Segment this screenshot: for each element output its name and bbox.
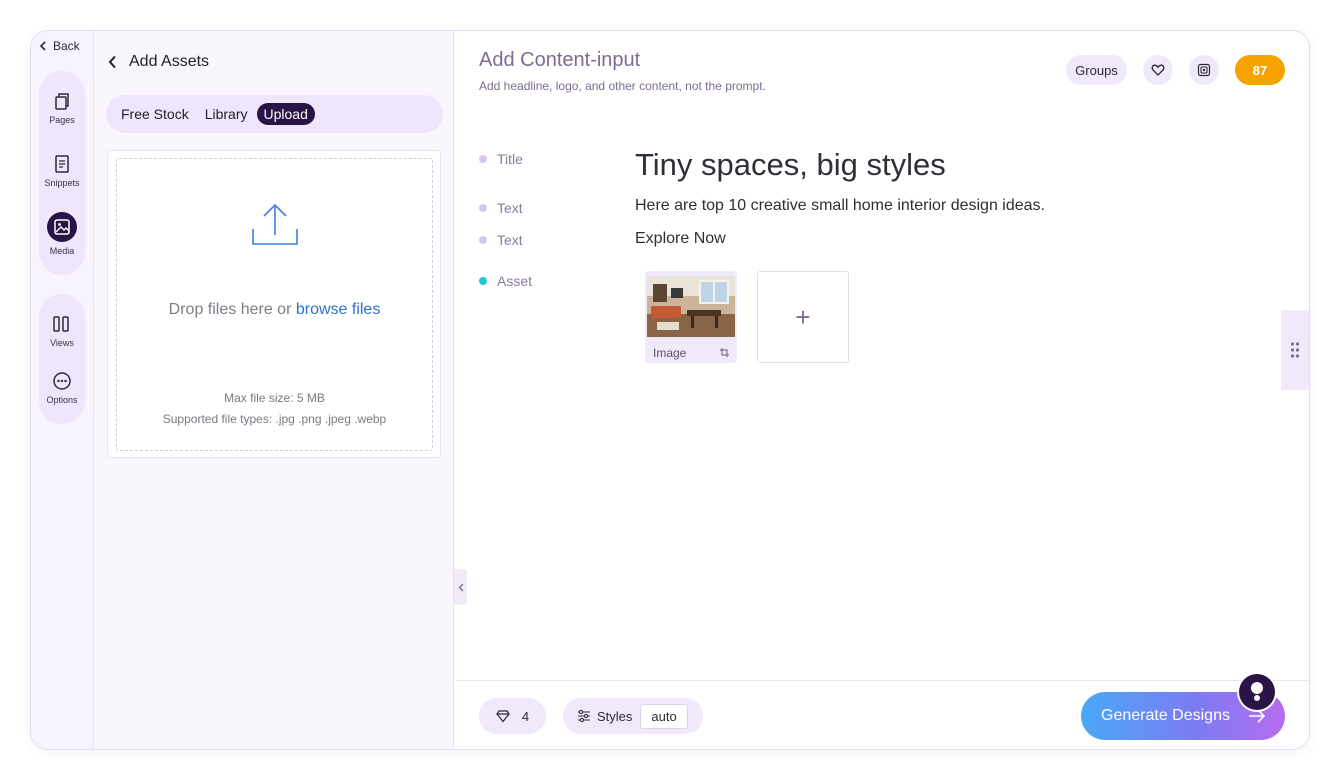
chevron-left-icon	[458, 583, 463, 591]
supported-file-types: Supported file types: .jpg .png .jpeg .w…	[162, 412, 387, 426]
grip-icon	[1290, 342, 1300, 358]
add-asset-button[interactable]: +	[757, 271, 849, 363]
drag-handle[interactable]	[1281, 310, 1309, 390]
browse-files-link[interactable]: browse files	[296, 301, 380, 318]
icon-rail: Back Pages Snippets Media Views Options	[31, 31, 94, 749]
interior-photo	[647, 276, 735, 337]
field-dot	[479, 236, 487, 244]
favorite-button[interactable]	[1143, 55, 1173, 85]
views-icon	[53, 316, 69, 332]
options-icon	[53, 372, 71, 390]
rail-item-options[interactable]: Options	[39, 371, 85, 405]
tab-library[interactable]: Library	[198, 103, 255, 125]
back-button[interactable]: Back	[39, 39, 80, 53]
arrow-right-icon	[1248, 709, 1266, 723]
styles-select[interactable]: auto	[640, 703, 688, 729]
field-text-1: Text	[479, 200, 523, 216]
snippets-icon	[55, 155, 69, 173]
field-label: Title	[497, 151, 523, 167]
upload-area: Drop files here or browse files Max file…	[107, 150, 441, 458]
pages-icon	[55, 93, 69, 110]
bottom-toolbar: 4 Styles auto Generate Designs	[455, 680, 1309, 749]
field-label: Asset	[497, 273, 533, 289]
rail-item-label: Options	[46, 395, 78, 405]
file-requirements: Max file size: 5 MB Supported file types…	[117, 388, 432, 430]
crop-icon[interactable]	[720, 348, 729, 357]
credits-badge[interactable]: 87	[1235, 55, 1285, 85]
brand-kit-button[interactable]	[1189, 55, 1219, 85]
field-title: Title	[479, 151, 523, 167]
rail-group-secondary: Views Options	[39, 294, 85, 424]
field-asset: Asset	[479, 273, 532, 289]
asset-caption: Image	[653, 346, 687, 360]
app-window: Back Pages Snippets Media Views Options …	[30, 30, 1310, 750]
gems-count: 4	[521, 708, 530, 724]
chevron-left-icon	[39, 41, 46, 51]
diamond-icon	[496, 710, 510, 723]
rail-group-primary: Pages Snippets Media	[39, 71, 85, 275]
top-actions: Groups 87	[1066, 55, 1285, 85]
field-dot	[479, 204, 487, 212]
cta-text-input[interactable]: Explore Now	[635, 230, 726, 248]
page-title: Add Content-input	[479, 49, 641, 71]
assets-panel: Add Assets Free Stock Library Upload Dro…	[94, 31, 454, 749]
max-file-size: Max file size: 5 MB	[224, 391, 325, 405]
page-subtitle: Add headline, logo, and other content, n…	[479, 79, 766, 93]
tab-upload[interactable]: Upload	[256, 103, 315, 125]
generate-label: Generate Designs	[1101, 707, 1230, 724]
rail-item-views[interactable]: Views	[39, 314, 85, 348]
assistant-icon	[1251, 682, 1263, 701]
rail-item-label: Snippets	[44, 178, 80, 188]
body-text-input[interactable]: Here are top 10 creative small home inte…	[635, 197, 1045, 215]
sliders-icon	[578, 709, 590, 723]
field-text-2: Text	[479, 232, 523, 248]
upload-icon	[252, 203, 298, 245]
file-dropzone[interactable]: Drop files here or browse files Max file…	[116, 158, 433, 451]
rail-item-label: Media	[49, 246, 75, 256]
assets-panel-title: Add Assets	[129, 53, 210, 70]
rail-item-label: Pages	[49, 115, 75, 125]
styles-label: Styles	[597, 708, 633, 724]
asset-source-tabs: Free Stock Library Upload	[106, 95, 443, 133]
asset-image-card[interactable]: Image	[645, 271, 737, 363]
gems-chip[interactable]: 4	[479, 698, 546, 734]
styles-chip[interactable]: Styles auto	[563, 698, 703, 734]
rail-item-label: Views	[50, 338, 74, 348]
dropzone-text: Drop files here or browse files	[117, 301, 432, 319]
field-label: Text	[497, 232, 523, 248]
back-label: Back	[53, 39, 80, 53]
rail-item-media[interactable]: Media	[39, 212, 85, 256]
palette-icon	[1197, 63, 1211, 77]
collapse-panel-button[interactable]	[454, 569, 467, 605]
field-dot	[479, 155, 487, 163]
rail-item-snippets[interactable]: Snippets	[39, 154, 85, 188]
tab-free-stock[interactable]: Free Stock	[114, 103, 196, 125]
headline-input[interactable]: Tiny spaces, big styles	[635, 147, 946, 183]
field-label: Text	[497, 200, 523, 216]
rail-item-pages[interactable]: Pages	[39, 91, 85, 125]
media-icon	[47, 212, 77, 242]
drop-instruction: Drop files here or	[168, 301, 292, 318]
groups-button[interactable]: Groups	[1066, 55, 1127, 85]
chevron-left-icon	[108, 55, 116, 69]
assets-panel-header[interactable]: Add Assets	[108, 53, 209, 71]
content-editor: Add Content-input Add headline, logo, an…	[455, 31, 1309, 749]
heart-icon	[1151, 64, 1165, 76]
assistant-bot-button[interactable]	[1239, 674, 1275, 710]
field-dot	[479, 277, 487, 285]
